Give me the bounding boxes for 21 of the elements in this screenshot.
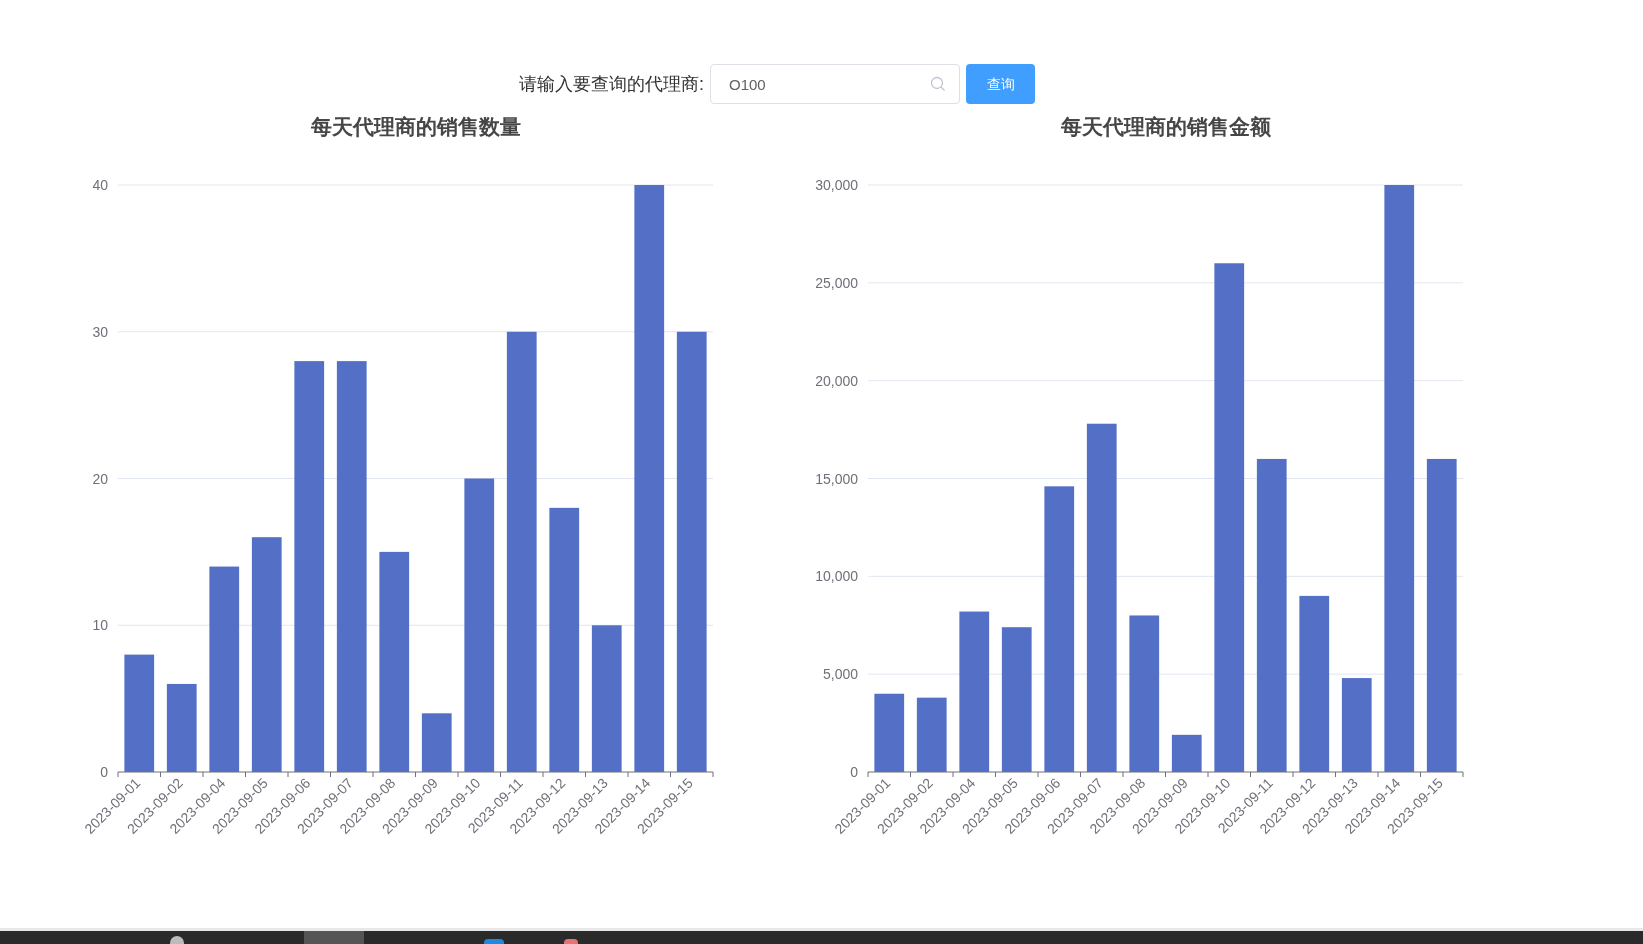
axis-tick-label: 5,000 [822, 666, 858, 683]
search-icon [930, 76, 946, 92]
axis-tick-label: 30 [92, 323, 108, 340]
axis-tick-label: 10 [92, 617, 108, 634]
axis-tick-label: 30,000 [815, 177, 858, 193]
axis-tick-label: 20 [92, 470, 108, 487]
search-field[interactable]: O100 [710, 64, 960, 104]
axis-tick-label: 40 [92, 177, 108, 193]
app-icon[interactable] [564, 939, 578, 944]
bar [1171, 734, 1202, 772]
axis-tick-label: 0 [850, 764, 858, 780]
axis-tick-label: 20,000 [815, 372, 858, 389]
chart-title: 每天代理商的销售金额 [1060, 115, 1271, 138]
bar [421, 713, 452, 772]
axis-tick-label: 10,000 [815, 568, 858, 585]
axis-tick-label: 15,000 [815, 470, 858, 487]
chart-title: 每天代理商的销售数量 [310, 115, 521, 138]
app-icon[interactable] [170, 936, 184, 944]
axis-tick-label: 0 [100, 764, 108, 780]
axis-tick-label: 25,000 [815, 274, 858, 291]
search-label: 请输入要查询的代理商: [519, 72, 704, 96]
